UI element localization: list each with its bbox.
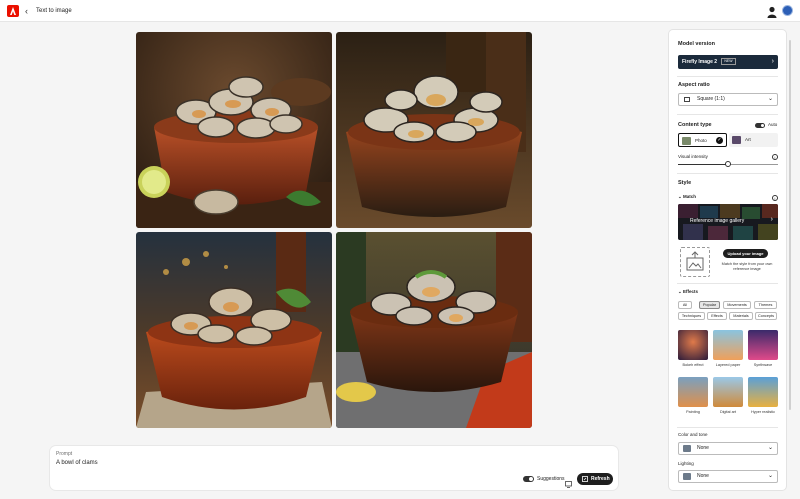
match-label: Match [683, 194, 697, 199]
content-type-art[interactable]: Art [729, 133, 778, 147]
effects-section-toggle[interactable]: ⌄ Effects [678, 289, 698, 295]
effects-tab-themes[interactable]: Themes [754, 301, 777, 309]
content-type-title: Content type [678, 122, 712, 128]
generated-image-1[interactable] [136, 32, 332, 228]
lighting-label: Lighting [678, 461, 694, 466]
top-bar: ‹ Text to image [0, 0, 800, 22]
effect-tile-painting[interactable] [678, 377, 708, 407]
effect-label: Layered paper [715, 363, 741, 367]
effect-tile-hyper-realistic[interactable] [748, 377, 778, 407]
effect-tile-synthwave[interactable] [748, 330, 778, 360]
adobe-logo-icon[interactable] [7, 5, 19, 17]
lighting-value: None [697, 473, 709, 479]
model-version-selector[interactable]: Firefly Image 2 NEW › [678, 55, 778, 69]
effect-tile-digital-art[interactable] [713, 377, 743, 407]
content-type-photo[interactable]: Photo ✓ [678, 133, 727, 147]
model-version-value: Firefly Image 2 [682, 59, 718, 65]
content-type-photo-label: Photo [695, 138, 707, 143]
effect-label: Hyper realistic [750, 410, 776, 414]
generated-image-2[interactable] [336, 32, 532, 228]
upload-description: Match the style from your own reference … [721, 262, 773, 271]
color-tone-dropdown[interactable]: None ⌄ [678, 442, 778, 455]
suggestions-settings-icon[interactable] [565, 475, 572, 488]
chevron-left-icon[interactable]: ‹ [25, 5, 28, 17]
style-title: Style [678, 180, 692, 186]
effects-tab-concepts[interactable]: Concepts [755, 312, 777, 320]
page-title: Text to image [36, 8, 72, 14]
settings-panel: Model version Firefly Image 2 NEW › Aspe… [669, 30, 786, 490]
auto-label: Auto [768, 122, 778, 127]
divider [677, 76, 778, 77]
content-type-art-label: Art [745, 137, 751, 142]
generated-image-4[interactable] [336, 232, 532, 428]
effect-label: Painting [686, 410, 700, 414]
model-version-title: Model version [678, 41, 715, 47]
effects-tab-movements[interactable]: Movements [723, 301, 751, 309]
effect-tile-layered-paper[interactable] [713, 330, 743, 360]
chevron-down-icon: ⌄ [767, 445, 773, 451]
divider [677, 173, 778, 174]
prompt-input[interactable]: A bowl of clams [56, 460, 98, 466]
divider [677, 283, 778, 284]
creative-cloud-icon[interactable] [782, 5, 793, 16]
effects-tab-effects[interactable]: Effects [707, 312, 727, 320]
refresh-icon [582, 476, 588, 482]
color-tone-value: None [697, 445, 709, 451]
square-icon [684, 97, 690, 102]
effects-title: Effects [683, 289, 699, 294]
suggestions-label: Suggestions [537, 476, 565, 482]
effects-tab-popular[interactable]: Popular [699, 301, 720, 309]
effects-tab-all[interactable]: All [678, 301, 692, 309]
chevron-right-icon: › [771, 58, 774, 65]
generated-image-3[interactable] [136, 232, 332, 428]
upload-image-button[interactable]: Upload your image [723, 249, 768, 258]
aspect-ratio-value: Square (1:1) [697, 96, 725, 102]
chevron-right-icon: › [770, 216, 773, 223]
check-icon: ✓ [716, 137, 723, 144]
aspect-ratio-title: Aspect ratio [678, 82, 710, 88]
reference-gallery-button[interactable]: Reference image gallery › [678, 204, 778, 240]
visual-intensity-fill [678, 164, 728, 165]
visual-intensity-slider[interactable] [725, 161, 731, 167]
info-icon[interactable]: i [772, 195, 778, 201]
lighting-thumbnail [683, 473, 691, 480]
effects-tab-materials[interactable]: Materials [729, 312, 753, 320]
scrollbar-thumb[interactable] [789, 40, 791, 410]
new-badge: NEW [721, 58, 736, 66]
refresh-button[interactable]: Refresh [577, 473, 613, 485]
color-tone-thumbnail [683, 445, 691, 452]
photo-thumbnail [682, 137, 691, 145]
suggestions-toggle[interactable] [523, 476, 534, 482]
chevron-down-icon: ⌄ [767, 96, 773, 102]
color-tone-label: Color and tone [678, 432, 708, 437]
reference-gallery-label: Reference image gallery [690, 218, 745, 224]
auto-content-type-toggle[interactable] [755, 123, 765, 128]
effect-label: Synthwave [753, 363, 773, 367]
effect-label: Digital art [719, 410, 737, 414]
effect-label: Bokeh effect [682, 363, 704, 367]
effect-tile-bokeh[interactable] [678, 330, 708, 360]
effects-tab-techniques[interactable]: Techniques [678, 312, 705, 320]
art-thumbnail [732, 136, 741, 144]
divider [677, 114, 778, 115]
divider [677, 427, 778, 428]
prompt-panel: Prompt A bowl of clams [50, 446, 618, 490]
aspect-ratio-dropdown[interactable]: Square (1:1) ⌄ [678, 93, 778, 106]
match-section-toggle[interactable]: ⌄ Match [678, 194, 696, 200]
user-icon[interactable] [767, 5, 777, 18]
upload-image-icon[interactable] [680, 247, 710, 277]
prompt-label: Prompt [56, 451, 73, 457]
chevron-down-icon: ⌄ [767, 473, 773, 479]
refresh-label: Refresh [591, 476, 610, 482]
visual-intensity-label: Visual intensity [678, 154, 708, 159]
info-icon[interactable]: i [772, 154, 778, 160]
lighting-dropdown[interactable]: None ⌄ [678, 470, 778, 483]
